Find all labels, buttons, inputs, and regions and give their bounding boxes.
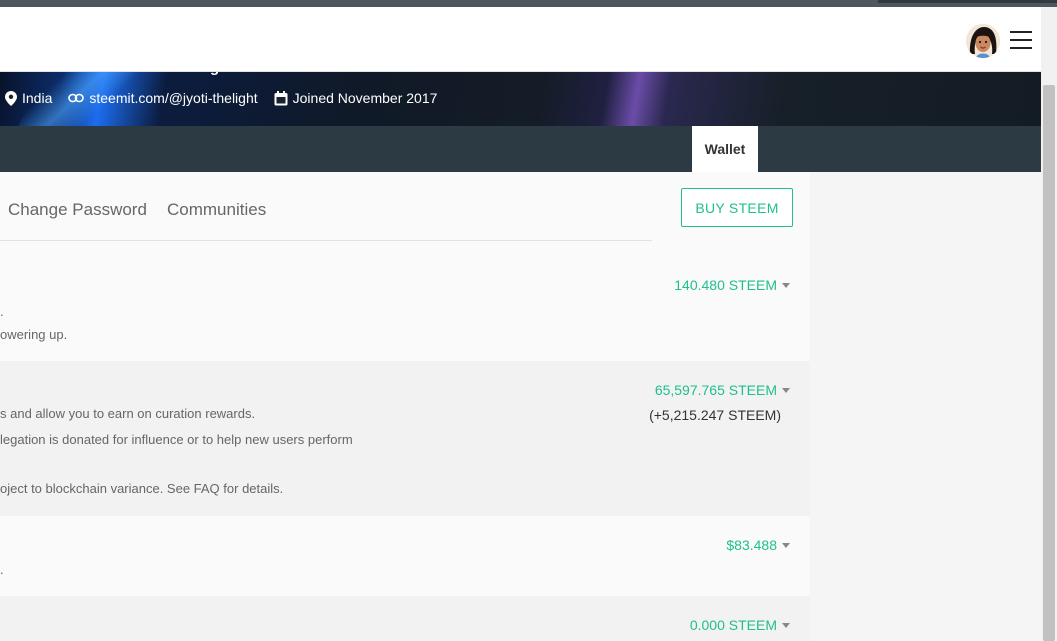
change-password-link[interactable]: Change Password [8,200,147,220]
page-scrollbar[interactable] [1041,7,1057,641]
profile-meta: India steemit.com/@jyoti-thelight Joined… [5,90,453,106]
caret-down-icon [782,542,790,548]
steem-balance-row: . owering up. 140.480 STEEM [0,241,810,361]
savings-amount-dropdown[interactable]: 0.000 STEEM [690,617,790,633]
steem-amount-dropdown[interactable]: 140.480 STEEM [674,277,790,293]
hamburger-line [1010,39,1032,41]
steem-power-desc-line: oject to blockchain variance. See FAQ fo… [0,481,284,496]
steem-desc-line: . [0,304,4,319]
caret-down-icon [782,387,790,393]
profile-location-text: India [22,90,53,106]
profile-hero-banner: designer India steemit.com/@jyoti-thelig… [0,71,1041,126]
user-avatar[interactable] [966,24,1000,58]
profile-website-link[interactable]: steemit.com/@jyoti-thelight [89,90,257,106]
steem-desc-line: owering up. [0,327,68,342]
buy-steem-button[interactable]: BUY STEEM [681,188,793,227]
steem-power-desc-line: legation is donated for influence or to … [0,432,353,447]
profile-joined: Joined November 2017 [274,90,438,106]
link-icon [68,93,85,103]
steem-power-delegated: (+5,215.247 STEEM) [649,407,781,423]
profile-joined-text: Joined November 2017 [292,90,438,106]
caret-down-icon [782,622,790,628]
top-strip-thumb [878,0,1057,3]
wallet-subnav: Change Password Communities [0,172,652,241]
steem-power-desc-line: s and allow you to earn on curation rewa… [0,406,256,421]
browser-top-strip [0,0,1057,7]
steem-amount: 140.480 STEEM [674,277,777,293]
communities-link[interactable]: Communities [167,200,266,220]
steem-dollars-row: . $83.488 [0,516,810,596]
profile-website[interactable]: steemit.com/@jyoti-thelight [68,90,258,106]
hamburger-line [1010,31,1032,33]
steem-dollars-desc-line: . [0,562,4,577]
profile-nav-bar: Wallet [0,126,1041,172]
tab-wallet[interactable]: Wallet [692,126,758,172]
steem-power-amount: 65,597.765 STEEM [654,382,777,398]
calendar-icon [274,90,288,105]
steem-dollars-amount: $83.488 [726,537,777,553]
avatar-illustration-icon [966,24,1000,58]
steem-power-amount-dropdown[interactable]: 65,597.765 STEEM [655,382,790,398]
hamburger-line [1010,47,1032,49]
scrollbar-thumb[interactable] [1043,85,1055,641]
caret-down-icon [782,282,790,288]
hamburger-menu-icon[interactable] [1010,31,1032,49]
wallet-panel: Change Password Communities BUY STEEM . … [0,172,810,641]
profile-location: India [5,90,52,106]
steem-power-row: s and allow you to earn on curation rewa… [0,361,810,516]
location-pin-icon [5,90,17,106]
steem-dollars-amount-dropdown[interactable]: $83.488 [726,537,790,553]
savings-amount: 0.000 STEEM [689,617,777,633]
savings-row: 0.000 STEEM [0,596,810,641]
site-header [0,7,1041,72]
